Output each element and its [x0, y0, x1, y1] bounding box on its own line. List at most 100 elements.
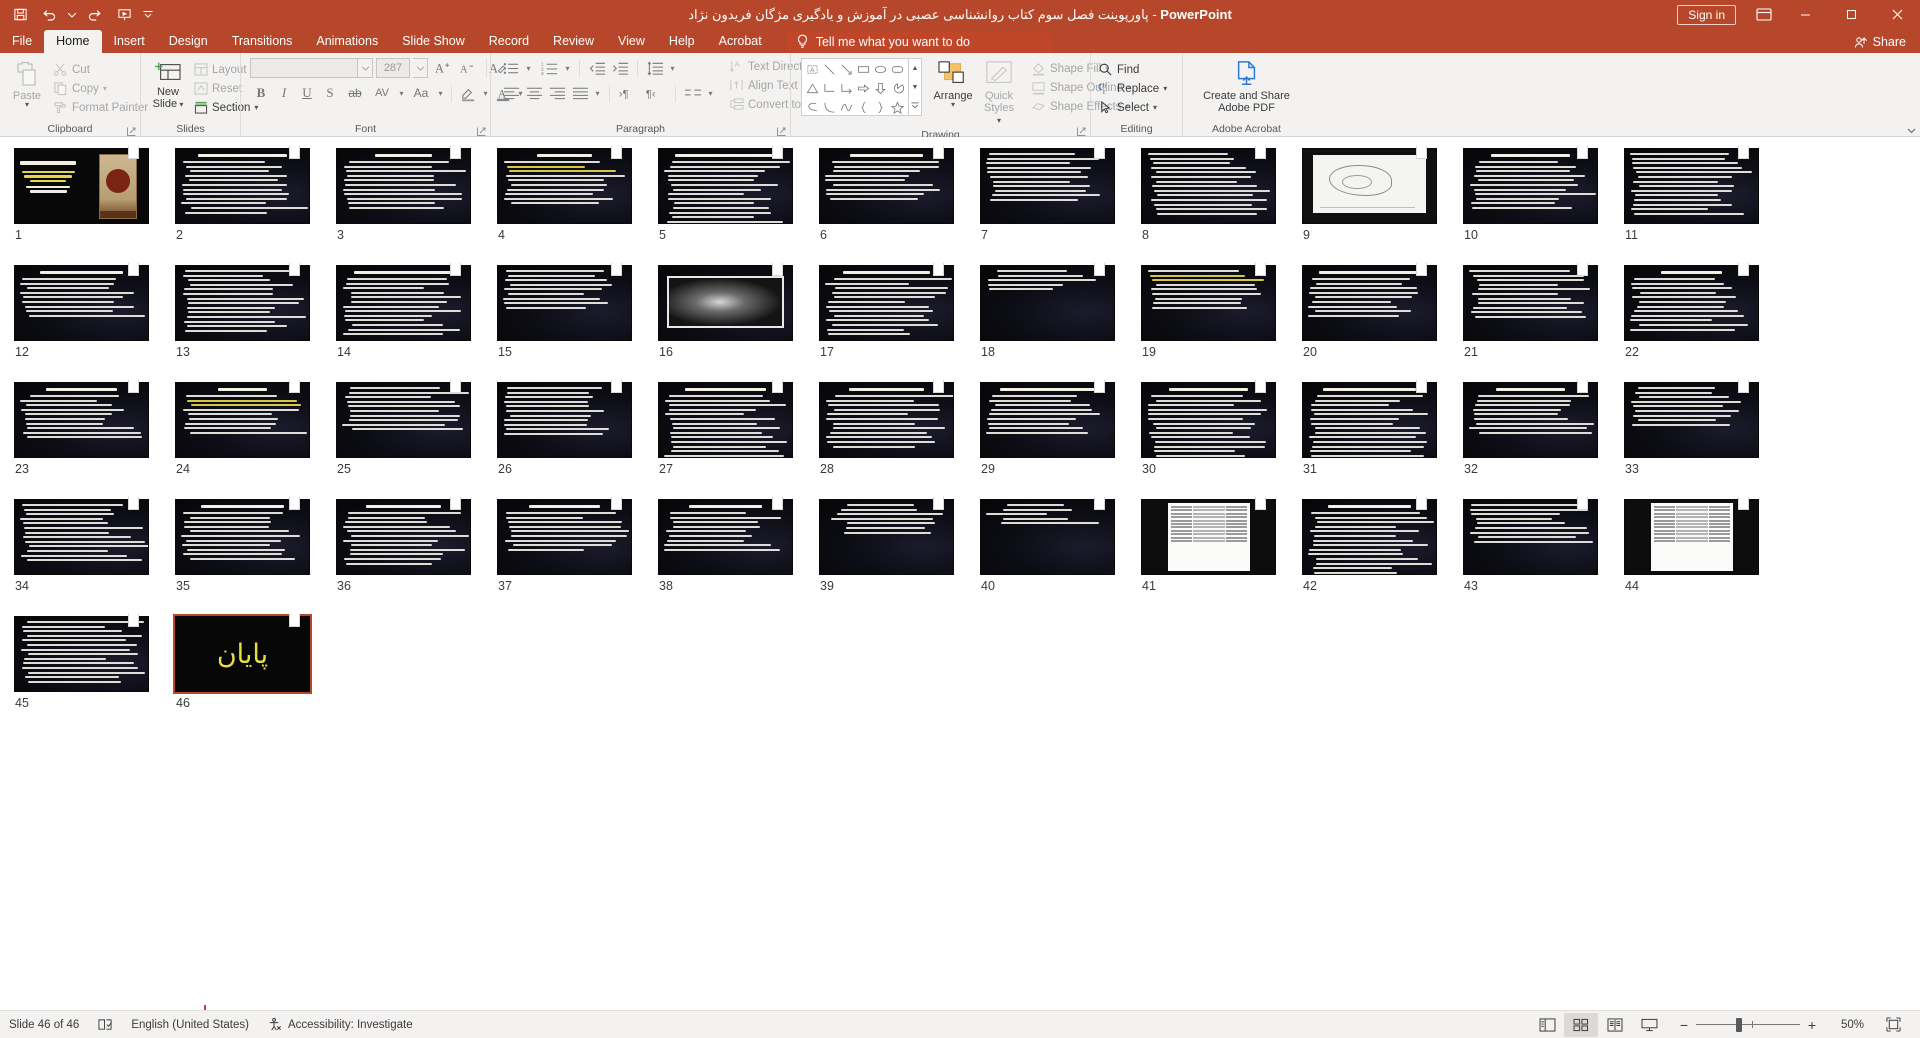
cut-button[interactable]: Cut [50, 60, 153, 79]
slide-thumbnail[interactable] [980, 148, 1115, 224]
text-highlight-button[interactable] [457, 83, 479, 103]
slide-cell[interactable]: 27 [658, 380, 819, 476]
right-brace-shape[interactable] [872, 98, 889, 117]
slide-thumbnail-wrapper[interactable] [1624, 146, 1759, 224]
slide-cell[interactable]: 43 [1463, 497, 1624, 593]
close-button[interactable] [1874, 0, 1920, 29]
slide-thumbnail[interactable] [175, 499, 310, 575]
tab-help[interactable]: Help [657, 30, 707, 53]
rectangle-shape[interactable] [855, 60, 872, 79]
slide-thumbnail[interactable] [14, 265, 149, 341]
slide-thumbnail-wrapper[interactable] [14, 614, 149, 692]
left-brace-shape[interactable] [855, 98, 872, 117]
slide-thumbnail-wrapper[interactable] [497, 146, 632, 224]
slide-cell[interactable]: 11 [1624, 146, 1785, 242]
slide-cell[interactable]: 24 [175, 380, 336, 476]
slide-show-view-button[interactable] [1632, 1013, 1666, 1037]
underline-button[interactable]: U [296, 83, 318, 103]
change-case-button[interactable]: Aa [408, 83, 434, 103]
slide-transition-tag[interactable] [1094, 497, 1105, 510]
slide-thumbnail-wrapper[interactable] [175, 497, 310, 575]
slide-thumbnail[interactable] [819, 265, 954, 341]
slide-thumbnail-wrapper[interactable] [819, 146, 954, 224]
new-slide-caret-icon[interactable]: ▾ [177, 100, 183, 109]
reading-view-button[interactable] [1598, 1013, 1632, 1037]
slide-cell[interactable]: 3 [336, 146, 497, 242]
textbox-shape[interactable]: A [804, 60, 821, 79]
slide-thumbnail-wrapper[interactable] [1302, 497, 1437, 575]
slide-transition-tag[interactable] [772, 497, 783, 510]
slide-transition-tag[interactable] [1577, 497, 1588, 510]
slide-thumbnail-wrapper[interactable] [980, 380, 1115, 458]
slide-thumbnail-wrapper[interactable] [1141, 380, 1276, 458]
slide-transition-tag[interactable] [450, 146, 461, 159]
tab-slide-show[interactable]: Slide Show [390, 30, 477, 53]
paste-button[interactable]: Paste ▾ [4, 58, 50, 110]
slide-cell[interactable]: 7 [980, 146, 1141, 242]
slide-cell[interactable]: 22 [1624, 263, 1785, 359]
slide-cell[interactable]: 32 [1463, 380, 1624, 476]
slide-indicator[interactable]: Slide 46 of 46 [0, 1011, 88, 1038]
align-center-button[interactable] [523, 83, 545, 103]
font-name-dropdown-icon[interactable] [358, 58, 373, 78]
zoom-out-button[interactable]: − [1672, 1013, 1696, 1037]
slide-thumbnail[interactable] [658, 382, 793, 458]
slide-cell[interactable]: 35 [175, 497, 336, 593]
slide-cell[interactable]: 31 [1302, 380, 1463, 476]
slide-thumbnail-wrapper[interactable] [175, 380, 310, 458]
paste-caret-icon[interactable]: ▾ [25, 101, 29, 109]
slide-thumbnail[interactable] [14, 382, 149, 458]
slide-cell[interactable]: 42 [1302, 497, 1463, 593]
oval-shape[interactable] [872, 60, 889, 79]
zoom-slider-handle[interactable] [1736, 1017, 1742, 1032]
slide-thumbnail[interactable] [336, 148, 471, 224]
slide-transition-tag[interactable] [128, 263, 139, 276]
slide-cell[interactable]: 18 [980, 263, 1141, 359]
slide-cell[interactable]: 8 [1141, 146, 1302, 242]
slide-thumbnail[interactable] [658, 148, 793, 224]
slide-cell[interactable]: 25 [336, 380, 497, 476]
slide-cell[interactable]: 17 [819, 263, 980, 359]
slide-cell[interactable]: 23 [14, 380, 175, 476]
slide-thumbnail-wrapper[interactable] [819, 497, 954, 575]
shapes-scroll-down-icon[interactable]: ▼ [909, 78, 921, 97]
slide-thumbnail[interactable] [497, 265, 632, 341]
bold-button[interactable]: B [250, 83, 272, 103]
slide-thumbnail-wrapper[interactable] [1463, 146, 1598, 224]
slide-transition-tag[interactable] [1416, 146, 1427, 159]
slide-cell[interactable]: 34 [14, 497, 175, 593]
slide-thumbnail[interactable] [1302, 265, 1437, 341]
slide-sorter-pane[interactable]: 1 2 3 4 5 6 7 8 9 10 11 12 13 14 15 16 17 18 19 20 21 22 23 24 2… [0, 137, 1920, 1010]
slide-thumbnail-wrapper[interactable] [175, 146, 310, 224]
slide-cell[interactable]: 45 [14, 614, 175, 710]
bullets-button[interactable] [500, 58, 522, 78]
slide-cell[interactable]: 39 [819, 497, 980, 593]
slide-thumbnail-wrapper[interactable] [1463, 497, 1598, 575]
normal-view-button[interactable] [1530, 1013, 1564, 1037]
slide-thumbnail[interactable] [819, 499, 954, 575]
slide-transition-tag[interactable] [128, 146, 139, 159]
slide-thumbnail-wrapper[interactable]: پایان [173, 614, 312, 694]
slide-transition-tag[interactable] [933, 497, 944, 510]
slide-thumbnail[interactable] [14, 499, 149, 575]
slide-transition-tag[interactable] [1094, 263, 1105, 276]
zoom-percentage[interactable]: 50% [1830, 1019, 1864, 1031]
arrange-caret-icon[interactable]: ▾ [951, 101, 955, 109]
zoom-track[interactable] [1696, 1017, 1800, 1032]
redo-icon[interactable] [80, 3, 108, 27]
change-case-caret-icon[interactable]: ▾ [435, 83, 446, 103]
slide-thumbnail-wrapper[interactable] [819, 263, 954, 341]
strikethrough-button[interactable]: ab [342, 83, 368, 103]
slide-thumbnail[interactable] [980, 499, 1115, 575]
bullets-caret-icon[interactable]: ▾ [523, 58, 534, 78]
slide-thumbnail-wrapper[interactable] [819, 380, 954, 458]
slide-cell[interactable]: 30 [1141, 380, 1302, 476]
find-button[interactable]: Find [1095, 60, 1172, 79]
elbow-connector-shape[interactable] [821, 79, 838, 98]
slide-thumbnail[interactable] [497, 499, 632, 575]
block-arrow-shape[interactable] [855, 79, 872, 98]
slide-thumbnail-wrapper[interactable] [658, 146, 793, 224]
slide-thumbnail-wrapper[interactable] [14, 146, 149, 224]
slide-cell[interactable]: 19 [1141, 263, 1302, 359]
slide-transition-tag[interactable] [611, 146, 622, 159]
